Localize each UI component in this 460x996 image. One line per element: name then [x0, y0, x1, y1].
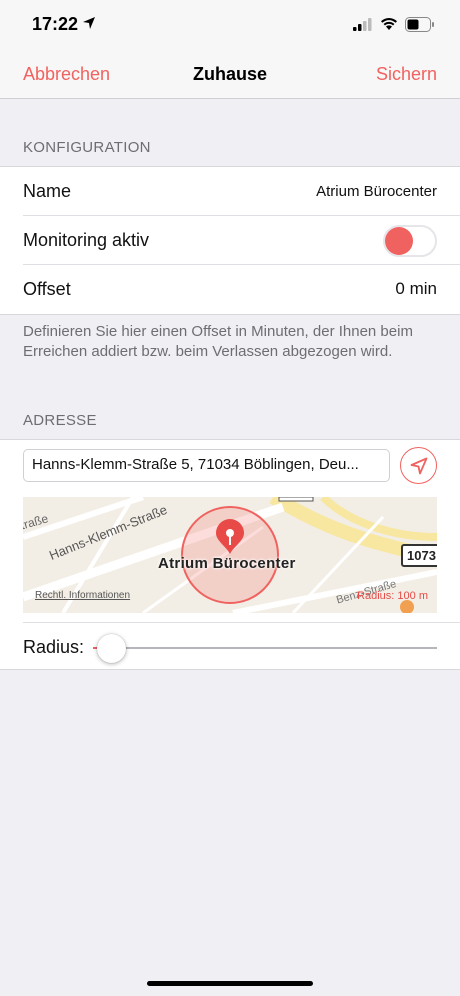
locate-button[interactable]	[400, 447, 437, 484]
monitoring-label: Monitoring aktiv	[23, 230, 150, 250]
monitoring-row: Monitoring aktiv	[23, 216, 460, 265]
save-button[interactable]: Sichern	[376, 64, 437, 85]
battery-icon	[405, 17, 434, 32]
radius-slider-track[interactable]	[96, 647, 437, 649]
radius-row: Radius:	[23, 622, 460, 671]
map-view[interactable]: traße Hanns-Klemm-Straße Benz-Straße 107…	[23, 497, 437, 613]
legal-info-link[interactable]: Rechtl. Informationen	[35, 590, 130, 601]
section-header-address: ADRESSE	[23, 412, 97, 429]
offset-row[interactable]: Offset 0 min	[23, 265, 460, 314]
radius-label: Radius:	[23, 637, 85, 657]
location-services-icon	[83, 17, 95, 29]
route-badge: 1073	[401, 544, 437, 567]
name-label: Name	[23, 181, 72, 201]
wifi-icon	[381, 18, 397, 30]
address-group: Hanns-Klemm-Straße 5, 71034 Böblingen, D…	[0, 439, 460, 670]
status-time: 17:22	[32, 14, 79, 34]
map-pin-icon	[216, 519, 244, 554]
name-value: Atrium Bürocenter	[316, 183, 437, 200]
monitoring-toggle[interactable]	[383, 225, 437, 257]
status-bar: 17:22	[0, 0, 460, 50]
name-row[interactable]: Name Atrium Bürocenter	[23, 167, 460, 216]
section-header-configuration: KONFIGURATION	[23, 139, 151, 156]
offset-value: 0 min	[395, 279, 437, 298]
location-arrow-icon	[410, 457, 428, 475]
navigation-bar: Abbrechen Zuhause Sichern	[0, 50, 460, 99]
offset-label: Offset	[23, 279, 71, 299]
toggle-knob	[385, 227, 413, 255]
map-place-label: Atrium Bürocenter	[158, 555, 296, 572]
offset-footer-note: Definieren Sie hier einen Offset in Minu…	[23, 323, 413, 360]
configuration-group: Name Atrium Bürocenter Monitoring aktiv …	[0, 166, 460, 315]
home-indicator	[147, 981, 313, 986]
map-radius-label: Radius: 100 m	[357, 590, 428, 602]
radius-slider-thumb[interactable]	[97, 634, 126, 663]
address-input[interactable]: Hanns-Klemm-Straße 5, 71034 Böblingen, D…	[23, 449, 390, 482]
cellular-signal-icon	[353, 18, 372, 31]
